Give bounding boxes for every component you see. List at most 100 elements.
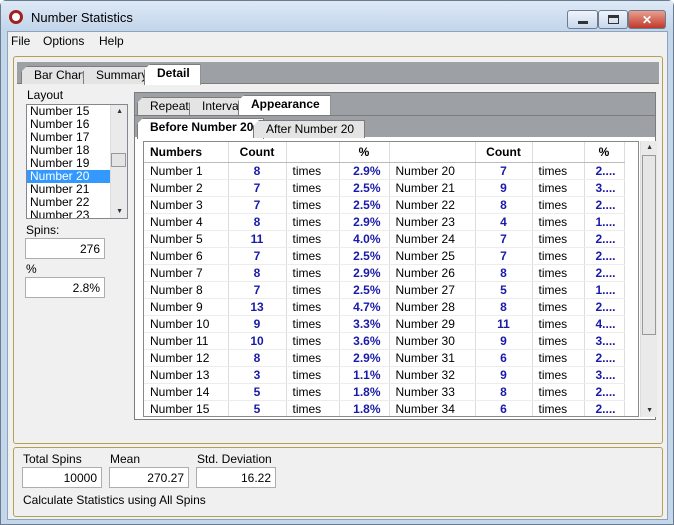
times-cell: times bbox=[286, 400, 340, 416]
col-header-count-2[interactable]: Count bbox=[475, 142, 533, 163]
table-row[interactable]: Number 13 3 times 1.1% Number 32 9 times 3.... bbox=[144, 366, 625, 384]
scroll-up-icon[interactable]: ▲ bbox=[646, 144, 653, 151]
total-spins-field[interactable]: 10000 bbox=[22, 467, 102, 488]
number-cell: Number 27 bbox=[389, 281, 476, 299]
scroll-down-icon[interactable]: ▼ bbox=[646, 407, 653, 414]
count-cell: 8 bbox=[228, 349, 287, 367]
times-cell: times bbox=[532, 366, 585, 384]
col-header-blank[interactable] bbox=[532, 142, 585, 163]
layout-list[interactable]: Number 15 Number 16 Number 17 Number 18 … bbox=[26, 104, 128, 219]
percent-cell: 3.... bbox=[584, 366, 625, 384]
tab-before-number[interactable]: Before Number 20 bbox=[137, 118, 265, 139]
times-cell: times bbox=[286, 366, 340, 384]
times-cell: times bbox=[286, 349, 340, 367]
times-cell: times bbox=[532, 315, 585, 333]
percent-field[interactable]: 2.8% bbox=[25, 277, 105, 298]
number-cell: Number 24 bbox=[389, 230, 476, 248]
table-row[interactable]: Number 10 9 times 3.3% Number 29 11 times 4.... bbox=[144, 315, 625, 333]
table-row[interactable]: Number 7 8 times 2.9% Number 26 8 times 2.... bbox=[144, 264, 625, 282]
times-cell: times bbox=[532, 247, 585, 265]
col-header-blank[interactable] bbox=[286, 142, 340, 163]
percent-cell: 2.9% bbox=[339, 264, 390, 282]
app-icon bbox=[9, 10, 23, 24]
number-cell: Number 8 bbox=[144, 281, 229, 299]
percent-cell: 1.8% bbox=[339, 400, 390, 416]
table-row[interactable]: Number 8 7 times 2.5% Number 27 5 times 1.... bbox=[144, 281, 625, 299]
table-row[interactable]: Number 5 11 times 4.0% Number 24 7 times 2.... bbox=[144, 230, 625, 248]
scroll-thumb[interactable] bbox=[111, 153, 126, 167]
number-cell: Number 28 bbox=[389, 298, 476, 316]
grid-scrollbar[interactable]: ▲ ▼ bbox=[640, 141, 657, 417]
tab-appearance[interactable]: Appearance bbox=[238, 95, 331, 116]
minimize-button[interactable] bbox=[567, 10, 598, 29]
count-cell: 8 bbox=[228, 213, 287, 231]
table-row[interactable]: Number 1 8 times 2.9% Number 20 7 times 2.... bbox=[144, 162, 625, 180]
percent-cell: 2.... bbox=[584, 383, 625, 401]
percent-label: % bbox=[26, 262, 37, 276]
count-cell: 7 bbox=[228, 247, 287, 265]
table-row[interactable]: Number 3 7 times 2.5% Number 22 8 times 2.... bbox=[144, 196, 625, 214]
times-cell: times bbox=[532, 213, 585, 231]
table-row[interactable]: Number 12 8 times 2.9% Number 31 6 times 2.... bbox=[144, 349, 625, 367]
list-item[interactable]: Number 23 bbox=[27, 209, 111, 219]
percent-cell: 4.7% bbox=[339, 298, 390, 316]
percent-cell: 2.... bbox=[584, 400, 625, 416]
percent-cell: 3.6% bbox=[339, 332, 390, 350]
percent-cell: 2.... bbox=[584, 196, 625, 214]
spins-field[interactable]: 276 bbox=[25, 238, 105, 259]
scroll-down-icon[interactable]: ▼ bbox=[116, 208, 123, 215]
times-cell: times bbox=[532, 196, 585, 214]
scroll-up-icon[interactable]: ▲ bbox=[116, 108, 123, 115]
percent-cell: 2.9% bbox=[339, 162, 390, 180]
count-cell: 6 bbox=[475, 349, 533, 367]
col-header-percent[interactable]: % bbox=[339, 142, 390, 163]
percent-cell: 4.0% bbox=[339, 230, 390, 248]
table-row[interactable]: Number 4 8 times 2.9% Number 23 4 times 1.... bbox=[144, 213, 625, 231]
table-row[interactable]: Number 11 10 times 3.6% Number 30 9 times 3.... bbox=[144, 332, 625, 350]
sub-tabs-2: Before Number 20 After Number 20 bbox=[135, 115, 655, 139]
number-cell: Number 7 bbox=[144, 264, 229, 282]
percent-cell: 1.... bbox=[584, 281, 625, 299]
percent-cell: 2.... bbox=[584, 264, 625, 282]
count-cell: 6 bbox=[475, 400, 533, 416]
spins-label: Spins: bbox=[26, 223, 60, 237]
table-row[interactable]: Number 15 5 times 1.8% Number 34 6 times 2.... bbox=[144, 400, 625, 416]
title-bar: Number Statistics ✕ bbox=[1, 1, 673, 31]
number-cell: Number 34 bbox=[389, 400, 476, 416]
std-deviation-field[interactable]: 16.22 bbox=[196, 467, 276, 488]
menu-file[interactable]: File bbox=[11, 34, 30, 48]
col-header-blank[interactable] bbox=[389, 142, 476, 163]
scroll-thumb[interactable] bbox=[642, 155, 656, 335]
times-cell: times bbox=[532, 383, 585, 401]
percent-cell: 1.... bbox=[584, 213, 625, 231]
count-cell: 9 bbox=[475, 366, 533, 384]
times-cell: times bbox=[532, 230, 585, 248]
percent-cell: 1.1% bbox=[339, 366, 390, 384]
number-cell: Number 25 bbox=[389, 247, 476, 265]
maximize-icon bbox=[607, 15, 619, 24]
table-row[interactable]: Number 2 7 times 2.5% Number 21 9 times 3.... bbox=[144, 179, 625, 197]
tab-detail[interactable]: Detail bbox=[144, 64, 201, 85]
percent-cell: 2.... bbox=[584, 349, 625, 367]
col-header-percent-2[interactable]: % bbox=[584, 142, 625, 163]
count-cell: 13 bbox=[228, 298, 287, 316]
menu-options[interactable]: Options bbox=[43, 34, 84, 48]
menu-help[interactable]: Help bbox=[99, 34, 124, 48]
percent-cell: 3.... bbox=[584, 332, 625, 350]
tab-after-number[interactable]: After Number 20 bbox=[253, 120, 366, 138]
close-button[interactable]: ✕ bbox=[628, 10, 666, 29]
table-row[interactable]: Number 9 13 times 4.7% Number 28 8 times 2.... bbox=[144, 298, 625, 316]
number-cell: Number 4 bbox=[144, 213, 229, 231]
col-header-numbers[interactable]: Numbers bbox=[144, 142, 229, 163]
appearance-grid: Numbers Count % Count % Number 1 8 times 2.… bbox=[143, 141, 639, 417]
number-cell: Number 33 bbox=[389, 383, 476, 401]
col-header-count[interactable]: Count bbox=[228, 142, 287, 163]
maximize-button[interactable] bbox=[598, 10, 628, 29]
number-cell: Number 20 bbox=[389, 162, 476, 180]
table-row[interactable]: Number 14 5 times 1.8% Number 33 8 times 2.... bbox=[144, 383, 625, 401]
mean-field[interactable]: 270.27 bbox=[109, 467, 189, 488]
layout-scrollbar[interactable]: ▲ ▼ bbox=[110, 105, 127, 218]
table-row[interactable]: Number 6 7 times 2.5% Number 25 7 times 2.... bbox=[144, 247, 625, 265]
number-cell: Number 15 bbox=[144, 400, 229, 416]
count-cell: 8 bbox=[475, 264, 533, 282]
